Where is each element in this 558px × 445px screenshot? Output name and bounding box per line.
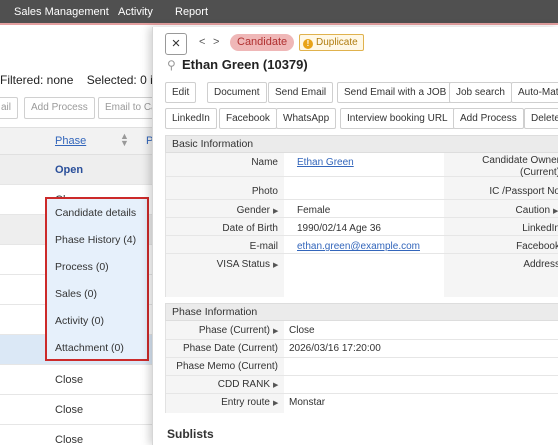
document-button[interactable]: Document (207, 82, 267, 103)
menu-item-phase-history[interactable]: Phase History (4) (55, 234, 136, 246)
linkedin-label: LinkedIn (522, 223, 558, 234)
caret-right-icon: ▶ (273, 400, 279, 407)
phase-column-header[interactable]: Phase (55, 135, 86, 147)
facebook-button[interactable]: Facebook (219, 108, 277, 129)
divider (166, 339, 558, 340)
email-label: E-mail (249, 241, 278, 252)
menu-item-activity[interactable]: Activity (0) (55, 315, 104, 327)
next-record-button[interactable]: > (213, 36, 219, 48)
sublists-heading: Sublists (167, 427, 214, 441)
nav-sales-management[interactable]: Sales Management (14, 6, 109, 18)
email-value[interactable]: ethan.green@example.com (297, 241, 420, 252)
sort-icon[interactable]: ▲ ▼ (120, 132, 129, 148)
divider (166, 253, 558, 254)
phase-memo-label: Phase Memo (Current) (176, 361, 278, 372)
candidate-context-menu: Candidate details Phase History (4) Proc… (45, 197, 149, 361)
date-of-birth-label: Date of Birth (222, 223, 278, 234)
table-row[interactable]: Close (0, 395, 160, 425)
candidate-title: Ethan Green (10379) (182, 57, 308, 72)
menu-item-sales[interactable]: Sales (0) (55, 288, 97, 300)
divider (166, 217, 558, 218)
caret-right-icon: ▶ (273, 208, 279, 215)
phase-cell: Close (55, 434, 84, 445)
table-row[interactable]: Open (0, 155, 160, 185)
table-row[interactable]: Close (0, 425, 160, 445)
duplicate-badge[interactable]: ! Duplicate (299, 34, 364, 51)
divider (166, 375, 558, 376)
menu-item-attachment[interactable]: Attachment (0) (55, 342, 124, 354)
phase-cell: Close (55, 404, 84, 416)
pin-icon[interactable]: ⚲ (167, 58, 176, 72)
caret-right-icon: ▶ (273, 382, 279, 389)
basic-information-header: Basic Information (165, 135, 558, 153)
prev-record-button[interactable]: < (199, 36, 205, 48)
nav-report[interactable]: Report (175, 6, 208, 18)
email-button[interactable]: ail (0, 97, 19, 119)
table-row[interactable]: Close (0, 365, 160, 395)
caret-right-icon: ▶ (273, 328, 279, 335)
nav-activity[interactable]: Activity (118, 6, 153, 18)
phase-cell: Close (55, 374, 84, 386)
add-process-button[interactable]: Add Process (24, 97, 95, 119)
address-label: Address (523, 259, 558, 270)
phase-information-section: Phase (Current) ▶ Close Phase Date (Curr… (165, 321, 558, 413)
name-label: Name (251, 157, 278, 168)
delete-button[interactable]: Delete (524, 108, 558, 129)
send-email-job-button[interactable]: Send Email with a JOB (337, 82, 454, 103)
menu-item-candidate-details[interactable]: Candidate details (55, 207, 136, 219)
basic-information-section: Name Ethan Green Photo Gender ▶ Female D… (165, 153, 558, 297)
filter-text: Filtered: none (0, 73, 74, 87)
candidate-owner-label: Candidate Owner (Current) (482, 155, 558, 178)
cdd-rank-label: CDD RANK (217, 379, 270, 390)
phase-current-label: Phase (Current) (198, 325, 270, 336)
whatsapp-button[interactable]: WhatsApp (276, 108, 337, 129)
caution-label: Caution (515, 205, 550, 216)
close-button[interactable]: × (165, 33, 187, 55)
auto-match-button[interactable]: Auto-Mat (511, 82, 558, 103)
divider (166, 199, 558, 200)
duplicate-label: Duplicate (316, 37, 358, 48)
caret-right-icon: ▶ (273, 262, 279, 269)
gender-value: Female (297, 205, 331, 216)
interview-booking-url-button[interactable]: Interview booking URL (340, 108, 455, 129)
divider (166, 235, 558, 236)
gender-label: Gender (236, 205, 270, 216)
list-table-header: Phase ▲ ▼ P (0, 127, 160, 155)
date-of-birth-value: 1990/02/14 Age 36 (297, 223, 381, 234)
add-process-button[interactable]: Add Process (453, 108, 524, 129)
info-icon: ! (303, 39, 313, 49)
top-navigation-bar: Sales Management Activity Report (0, 0, 558, 25)
phase-date-label: Phase Date (Current) (182, 343, 278, 354)
linkedin-button[interactable]: LinkedIn (165, 108, 217, 129)
candidate-detail-panel: × < > Candidate ! Duplicate ⚲ Ethan Green… (152, 27, 558, 445)
divider (166, 357, 558, 358)
entry-route-value: Monstar (289, 397, 326, 408)
job-search-button[interactable]: Job search (449, 82, 512, 103)
phase-date-value: 2026/03/16 17:20:00 (289, 343, 381, 354)
facebook-label: Facebook (516, 241, 558, 252)
status-badge: Candidate (230, 34, 295, 51)
phase-current-value: Close (289, 325, 315, 336)
list-toolbar: ail Add Process Email to Ca (0, 97, 164, 127)
menu-item-process[interactable]: Process (0) (55, 261, 109, 273)
divider (166, 393, 558, 394)
passport-label: IC /Passport No (489, 186, 558, 197)
phase-information-header: Phase Information (165, 303, 558, 321)
entry-route-label: Entry route (221, 397, 270, 408)
edit-button[interactable]: Edit (165, 82, 197, 103)
visa-status-label: VISA Status (216, 259, 270, 270)
name-value[interactable]: Ethan Green (297, 157, 354, 168)
send-email-button[interactable]: Send Email (268, 82, 334, 103)
phase-cell: Open (55, 164, 84, 176)
caret-right-icon: ▶ (553, 208, 558, 215)
photo-label: Photo (251, 186, 278, 197)
filter-status: Filtered: none Selected: 0 iter (0, 73, 167, 87)
